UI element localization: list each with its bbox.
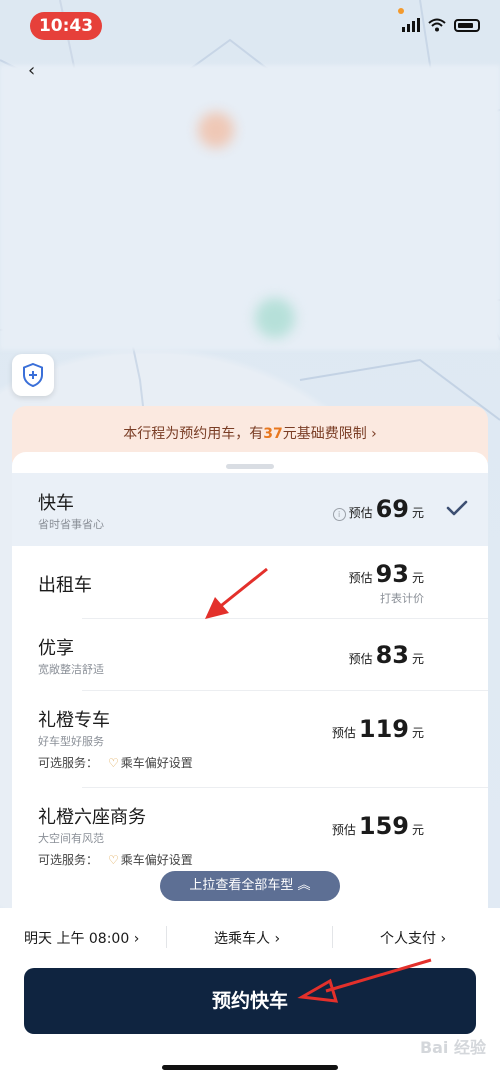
payment-selector[interactable]: 个人支付 ›	[380, 928, 446, 948]
price-unit: 元	[411, 652, 424, 666]
privacy-dot	[398, 8, 404, 14]
pickup-time-selector[interactable]: 明天 上午 08:00 ›	[24, 928, 139, 948]
vehicle-sub: 好车型好服务	[38, 735, 104, 748]
ride-preference-link[interactable]: 乘车偏好设置	[121, 754, 193, 771]
services-label: 可选服务：	[38, 756, 99, 770]
price-unit: 元	[411, 506, 424, 520]
price-value: 159	[358, 812, 409, 840]
optional-services[interactable]: 可选服务： ♡ 乘车偏好设置	[38, 851, 193, 868]
vehicle-name: 礼橙专车	[38, 710, 110, 731]
estimate-label: 预估	[331, 823, 356, 837]
vehicle-row-premium[interactable]: 优享 宽敞整洁舒适 预估 83 元	[12, 619, 488, 690]
book-express-button[interactable]: 预约快车	[24, 968, 476, 1034]
price-value: 83	[375, 641, 409, 669]
notice-prefix: 本行程为预约用车，有	[123, 426, 264, 442]
price-value: 119	[358, 715, 409, 743]
ride-preference-link[interactable]: 乘车偏好设置	[121, 851, 193, 868]
vehicle-row-express[interactable]: 快车 省时省事省心 i 预估 69 元	[12, 473, 488, 546]
vehicle-name: 优享	[38, 638, 74, 659]
safety-shield-button[interactable]	[12, 354, 54, 396]
price-value: 69	[375, 495, 409, 523]
signal-icon	[402, 18, 420, 32]
vehicle-row-taxi[interactable]: 出租车 预估 93 元 打表计价	[12, 546, 488, 618]
map-blurred-area	[0, 65, 500, 350]
estimate-label: 预估	[331, 726, 356, 740]
price-value: 93	[375, 560, 409, 588]
status-time: 10:43	[30, 12, 102, 40]
back-icon[interactable]: ‹	[28, 60, 35, 81]
vehicle-sub: 大空间有风范	[38, 832, 104, 845]
vehicle-sub: 省时省事省心	[38, 518, 104, 531]
vehicle-sheet[interactable]: 快车 省时省事省心 i 预估 69 元 出租车 预估 93 元 打表计价 优享 …	[12, 452, 488, 912]
divider	[166, 926, 167, 948]
sheet-drag-handle[interactable]	[226, 464, 274, 469]
check-icon	[446, 500, 468, 516]
estimate-label: 预估	[348, 652, 373, 666]
vehicle-sub: 宽敞整洁舒适	[38, 663, 104, 676]
estimate-label: 预估	[348, 506, 373, 520]
status-icons	[402, 18, 480, 32]
services-label: 可选服务：	[38, 853, 99, 867]
origin-marker	[198, 112, 234, 148]
expand-all-vehicles-button[interactable]: 上拉查看全部车型 ︽	[160, 871, 340, 901]
price-unit: 元	[411, 823, 424, 837]
price-unit: 元	[411, 726, 424, 740]
vehicle-name: 快车	[38, 493, 74, 514]
estimate-label: 预估	[348, 571, 373, 585]
notice-suffix: 元基础费限制 ›	[282, 426, 377, 442]
divider	[332, 926, 333, 948]
optional-services[interactable]: 可选服务： ♡ 乘车偏好设置	[38, 754, 193, 771]
home-indicator[interactable]	[162, 1065, 338, 1070]
vehicle-name: 礼橙六座商务	[38, 807, 146, 828]
heart-icon: ♡	[108, 852, 119, 867]
info-icon[interactable]: i	[332, 508, 346, 521]
notice-amount: 37	[263, 426, 283, 442]
destination-marker	[255, 298, 295, 338]
meter-note: 打表计价	[380, 592, 424, 605]
battery-icon	[454, 18, 480, 32]
wifi-icon	[428, 18, 446, 32]
heart-icon: ♡	[108, 755, 119, 770]
price-unit: 元	[411, 571, 424, 585]
vehicle-row-special[interactable]: 礼橙专车 好车型好服务 可选服务： ♡ 乘车偏好设置 预估 119 元	[12, 691, 488, 787]
select-rider-button[interactable]: 选乘车人 ›	[214, 928, 280, 948]
watermark: Bai 经验	[419, 1038, 486, 1057]
shield-icon	[23, 363, 43, 387]
vehicle-name: 出租车	[38, 575, 92, 596]
